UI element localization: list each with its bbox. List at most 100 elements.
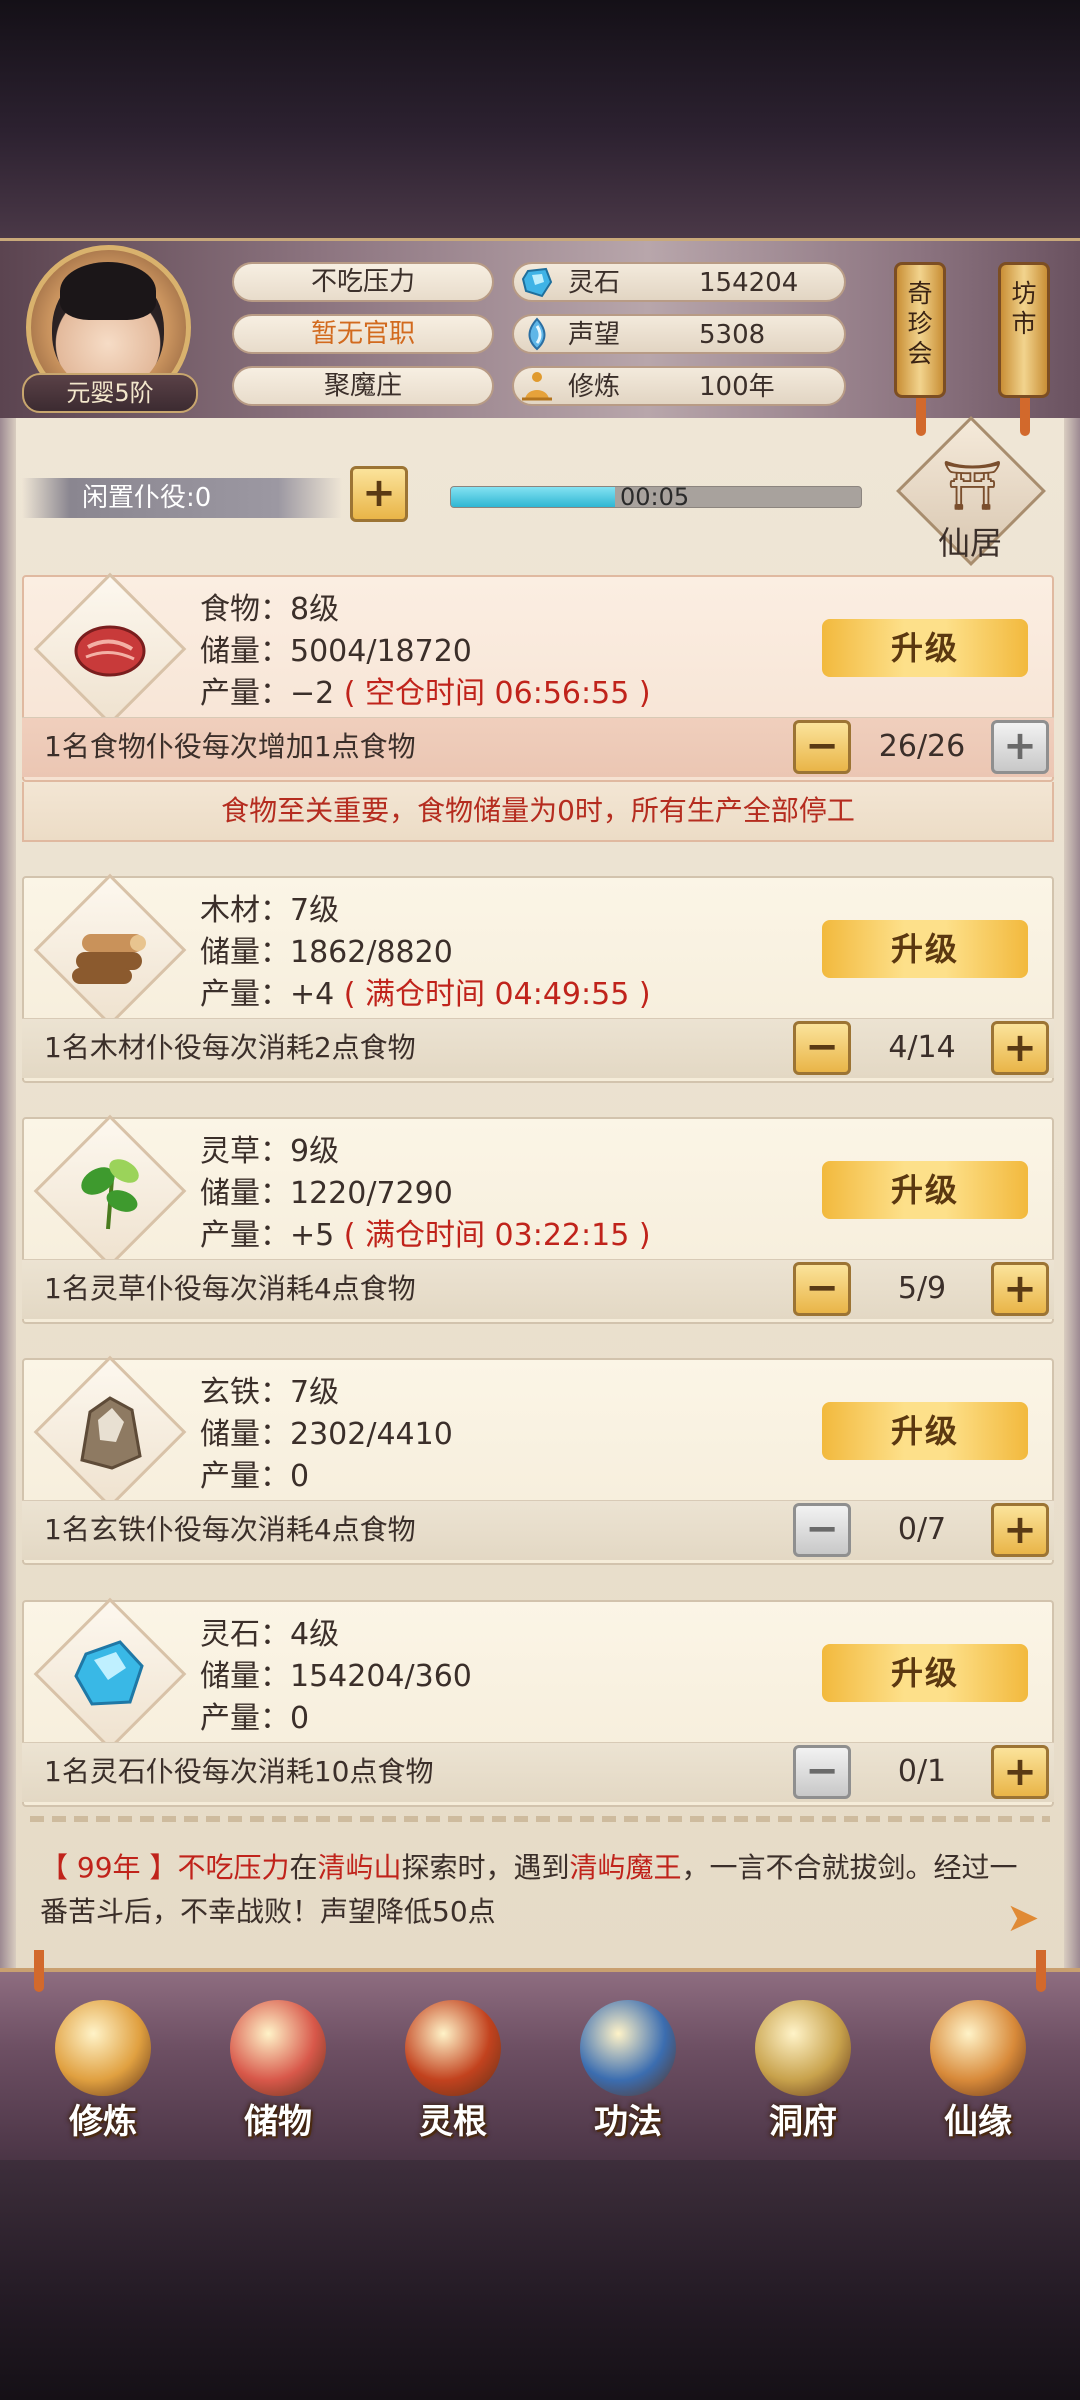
- worker-count: 0/7: [897, 1512, 947, 1547]
- top-background: [0, 0, 1080, 238]
- reputation-stat: 声望 5308: [512, 314, 846, 354]
- spirit-herb-icon: [81, 1159, 139, 1230]
- log-next-arrow-icon[interactable]: ➤: [1006, 1898, 1046, 1938]
- stat-value: 154204: [699, 268, 799, 298]
- cultivation-icon: [55, 2000, 151, 2096]
- stat-value: 100年: [699, 372, 775, 402]
- resource-storage: 储量：154204/360: [200, 1659, 472, 1694]
- pavilion-icon: ⛩: [942, 458, 1003, 514]
- remove-worker-button[interactable]: −: [793, 1745, 851, 1799]
- residence-label: 仙居: [937, 524, 1002, 562]
- official-title[interactable]: 暂无官职: [232, 314, 494, 354]
- nav-label: 功法: [594, 2102, 662, 2142]
- remove-worker-button[interactable]: −: [793, 720, 851, 774]
- resource-storage: 储量：1220/7290: [200, 1176, 453, 1211]
- worker-description: 1名食物仆役每次增加1点食物: [44, 730, 416, 763]
- nav-item-6[interactable]: 仙缘: [903, 1990, 1053, 2150]
- upgrade-button[interactable]: 升级: [822, 1402, 1028, 1460]
- resource-output: 产量：−2 ( 空仓时间 06:56:55 ): [200, 673, 651, 715]
- stat-value: 5308: [699, 320, 766, 350]
- log-place: 清屿山: [317, 1851, 402, 1884]
- resource-level: 木材：7级: [200, 893, 340, 928]
- nav-item-1[interactable]: 修炼: [28, 1990, 178, 2150]
- player-name: 不吃压力: [232, 262, 494, 302]
- upgrade-button[interactable]: 升级: [822, 619, 1028, 677]
- stat-label: 修炼: [568, 372, 621, 402]
- resource-output: 产量：0: [200, 1698, 309, 1740]
- nav-item-4[interactable]: 功法: [553, 1990, 703, 2150]
- add-worker-button[interactable]: +: [991, 1021, 1049, 1075]
- resource-output: 产量：0: [200, 1456, 309, 1498]
- cultivation-stat: 修炼 100年: [512, 366, 846, 406]
- reputation-icon: [528, 317, 546, 351]
- remove-worker-button[interactable]: −: [793, 1021, 851, 1075]
- worker-description: 1名玄铁仆役每次消耗4点食物: [44, 1513, 416, 1546]
- resource-output: 产量：+4 ( 满仓时间 04:49:55 ): [200, 974, 651, 1016]
- add-worker-button[interactable]: +: [991, 1745, 1049, 1799]
- spirit-stone-crystal-icon: [74, 1640, 144, 1706]
- fortune-gourd-icon: [930, 2000, 1026, 2096]
- output-value: 产量：−2: [200, 676, 335, 711]
- food-warning: 食物至关重要，食物储量为0时，所有生产全部停工: [22, 782, 1054, 842]
- meditation-icon: [522, 372, 552, 401]
- stat-label: 声望: [568, 320, 621, 350]
- tassel-decoration: [1020, 394, 1030, 436]
- resource-level: 灵草：9级: [200, 1134, 340, 1169]
- worker-count: 4/14: [888, 1030, 956, 1065]
- worker-count: 26/26: [878, 729, 966, 764]
- add-worker-button[interactable]: +: [991, 1262, 1049, 1316]
- add-worker-button[interactable]: +: [991, 1503, 1049, 1557]
- nav-item-2[interactable]: 储物: [203, 1990, 353, 2150]
- avatar-hair: [60, 262, 156, 320]
- stat-label: 灵石: [568, 268, 621, 298]
- wood-logs-icon: [72, 934, 146, 984]
- cave-dwelling-icon: [755, 2000, 851, 2096]
- treasure-fair-label: 奇珍会: [907, 279, 933, 368]
- resource-storage: 储量：2302/4410: [200, 1417, 453, 1452]
- tassel-decoration: [34, 1950, 44, 1992]
- worker-description: 1名灵草仆役每次消耗4点食物: [44, 1272, 416, 1305]
- bottom-background: [0, 2160, 1080, 2400]
- nav-item-3[interactable]: 灵根: [378, 1990, 528, 2150]
- market-button[interactable]: 坊市: [998, 262, 1050, 398]
- panel-edge-right: [1064, 418, 1080, 1968]
- log-year: 【 99年 】: [40, 1851, 178, 1884]
- panel-edge-left: [0, 418, 16, 1968]
- nav-label: 储物: [244, 2102, 312, 2142]
- spirit-root-icon: [405, 2000, 501, 2096]
- upgrade-button[interactable]: 升级: [822, 1161, 1028, 1219]
- resource-level: 玄铁：7级: [200, 1375, 340, 1410]
- output-timer: ( 满仓时间 03:22:15 ): [343, 1218, 651, 1253]
- black-iron-ore-icon: [80, 1396, 142, 1470]
- add-worker-button[interactable]: +: [991, 720, 1049, 774]
- add-worker-button[interactable]: +: [350, 466, 408, 522]
- resource-output: 产量：+5 ( 满仓时间 03:22:15 ): [200, 1215, 651, 1257]
- market-label: 坊市: [1011, 279, 1037, 338]
- upgrade-button[interactable]: 升级: [822, 920, 1028, 978]
- resource-storage: 储量：5004/18720: [200, 634, 472, 669]
- log-text: 在: [289, 1851, 318, 1884]
- nav-item-5[interactable]: 洞府: [728, 1990, 878, 2150]
- treasure-fair-button[interactable]: 奇珍会: [894, 262, 946, 398]
- nav-label: 洞府: [769, 2102, 837, 2142]
- remove-worker-button[interactable]: −: [793, 1262, 851, 1316]
- remove-worker-button[interactable]: −: [793, 1503, 851, 1557]
- resource-level: 食物：8级: [200, 592, 340, 627]
- tassel-decoration: [916, 394, 926, 436]
- location-label: 聚魔庄: [232, 366, 494, 406]
- log-text: 探索时，遇到: [401, 1851, 570, 1884]
- output-value: 产量：0: [200, 1459, 310, 1494]
- output-timer: ( 空仓时间 06:56:55 ): [343, 676, 651, 711]
- resource-level: 灵石：4级: [200, 1617, 340, 1652]
- nav-label: 修炼: [69, 2102, 137, 2142]
- recruit-progress-fill: [451, 487, 615, 507]
- divider: [30, 1816, 1050, 1822]
- worker-count: 5/9: [897, 1271, 947, 1306]
- recruit-timer: 00:05: [620, 483, 690, 511]
- spirit-stone-icon: [521, 267, 553, 298]
- output-value: 产量：0: [200, 1701, 310, 1736]
- upgrade-button[interactable]: 升级: [822, 1644, 1028, 1702]
- worker-count: 0/1: [897, 1754, 947, 1789]
- log-actor: 不吃压力: [177, 1851, 290, 1884]
- meat-icon: [74, 625, 146, 677]
